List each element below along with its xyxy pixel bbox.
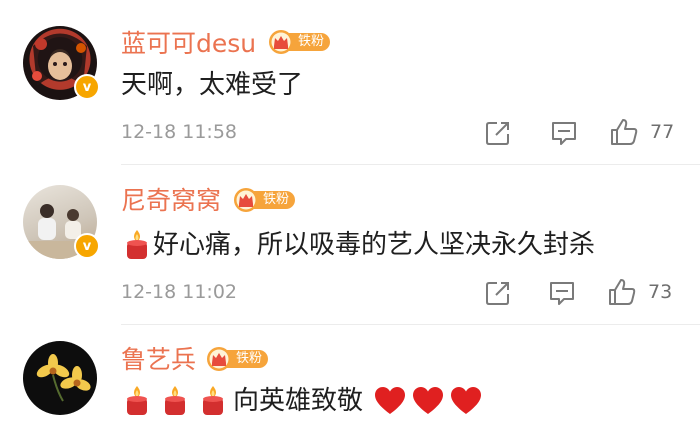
fan-badge[interactable]: 铁粉 bbox=[233, 187, 296, 213]
candle-icon bbox=[127, 230, 147, 259]
username[interactable]: 蓝可可desu bbox=[121, 31, 256, 56]
timestamp: 12-18 11:58 bbox=[121, 121, 238, 143]
avatar[interactable] bbox=[23, 341, 97, 415]
comment-text: 向英雄致敬 bbox=[121, 385, 483, 417]
like-icon[interactable] bbox=[607, 277, 637, 307]
heart-icon bbox=[375, 387, 406, 414]
comment-1: v 蓝可可desu 铁粉 天啊，太难受了 12-18 11:58 77 bbox=[0, 0, 700, 165]
crown-icon bbox=[269, 30, 293, 54]
comment-icon[interactable] bbox=[547, 279, 577, 307]
like-count: 77 bbox=[650, 121, 675, 143]
orchid-flower-avatar-icon bbox=[36, 354, 91, 402]
heart-icon bbox=[451, 387, 482, 414]
like-count: 73 bbox=[648, 281, 673, 303]
heart-icon bbox=[413, 387, 444, 414]
comment-text-body: 向英雄致敬 bbox=[233, 386, 364, 416]
username[interactable]: 尼奇窝窝 bbox=[121, 188, 221, 213]
timestamp: 12-18 11:02 bbox=[121, 281, 238, 303]
verified-icon: v bbox=[74, 233, 100, 259]
comment-text: 好心痛，所以吸毒的艺人坚决永久封杀 bbox=[121, 229, 595, 261]
share-icon[interactable] bbox=[484, 279, 512, 307]
candle-icon bbox=[203, 386, 223, 415]
comment-text-body: 好心痛，所以吸毒的艺人坚决永久封杀 bbox=[153, 230, 596, 260]
verified-icon: v bbox=[74, 74, 100, 100]
like-icon[interactable] bbox=[609, 117, 639, 147]
username[interactable]: 鲁艺兵 bbox=[121, 347, 196, 372]
candle-icon bbox=[165, 386, 185, 415]
candle-icon bbox=[127, 386, 147, 415]
comment-3: 鲁艺兵 铁粉 向英雄致敬 bbox=[0, 325, 700, 427]
comment-text: 天啊，太难受了 bbox=[121, 70, 304, 100]
crown-icon bbox=[207, 347, 231, 371]
crown-icon bbox=[234, 188, 258, 212]
fan-badge[interactable]: 铁粉 bbox=[206, 346, 269, 372]
comment-2: v 尼奇窝窝 铁粉 好心痛，所以吸毒的艺人坚决永久封杀 12-18 11:02 … bbox=[0, 165, 700, 325]
fan-badge[interactable]: 铁粉 bbox=[268, 29, 331, 55]
comment-icon[interactable] bbox=[549, 119, 579, 147]
share-icon[interactable] bbox=[484, 119, 512, 147]
